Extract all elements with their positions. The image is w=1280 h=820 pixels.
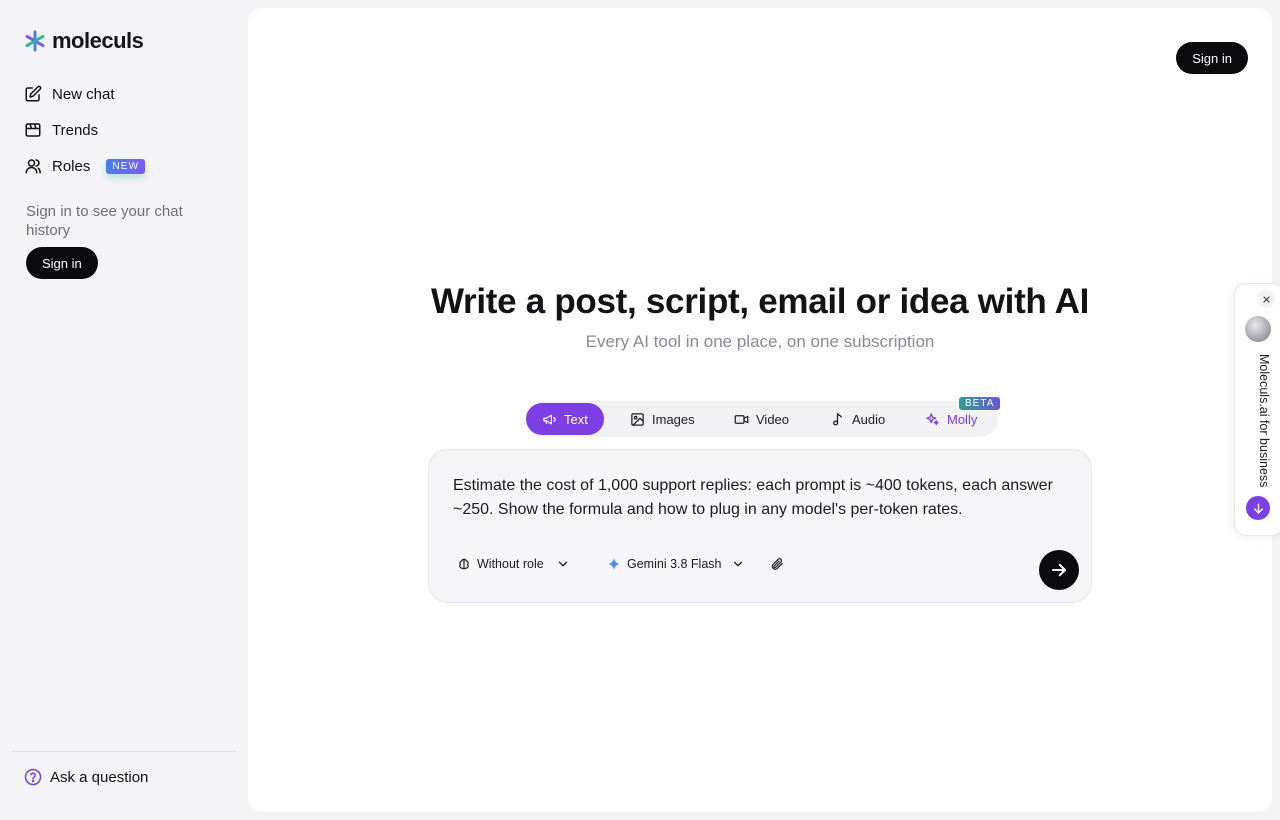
prompt-composer: Estimate the cost of 1,000 support repli…: [428, 449, 1092, 603]
hero-subtitle: Every AI tool in one place, on one subsc…: [585, 332, 935, 351]
sidebar-item-new-chat[interactable]: New chat: [24, 76, 145, 112]
beta-badge: BETA: [959, 397, 1001, 410]
megaphone-icon: [543, 414, 556, 424]
sidebar-item-label: Trends: [52, 121, 99, 139]
music-note-icon: [833, 412, 842, 425]
tab-label: Text: [564, 411, 588, 427]
sidebar-item-trends[interactable]: Trends: [24, 112, 145, 148]
header-signin-button[interactable]: Sign in: [1176, 42, 1248, 74]
video-icon: [734, 414, 749, 424]
edit-icon: [25, 85, 42, 102]
logo[interactable]: moleculs: [24, 28, 144, 54]
sparkles-icon: [926, 412, 939, 425]
new-badge: NEW: [106, 158, 146, 174]
hero-title: Write a post, script, email or idea with…: [430, 282, 1090, 321]
sidebar-signin-button[interactable]: Sign in: [26, 247, 98, 279]
send-button[interactable]: [1039, 550, 1079, 590]
chevron-down-icon: [558, 561, 567, 567]
prompt-input[interactable]: Estimate the cost of 1,000 support repli…: [453, 474, 1073, 522]
sidebar: moleculs New chat Trends Roles NEW Sign …: [0, 0, 248, 820]
widget-close-button[interactable]: [1257, 290, 1275, 308]
tab-label: Molly: [947, 411, 978, 427]
attach-button[interactable]: [770, 557, 784, 571]
image-icon: [631, 412, 644, 426]
close-icon: [1262, 295, 1270, 303]
chevron-down-icon: [734, 561, 743, 567]
role-selector[interactable]: Without role: [457, 557, 570, 571]
arrow-right-icon: [1052, 563, 1066, 577]
signin-hint: Sign in to see your chat history: [26, 203, 183, 239]
model-label: Gemini 3.8 Flash: [627, 557, 722, 571]
role-label: Without role: [477, 557, 544, 571]
business-widget[interactable]: Moleculs.ai for business: [1234, 283, 1280, 536]
tab-images[interactable]: Images: [614, 403, 711, 435]
sidebar-item-label: New chat: [52, 85, 115, 103]
mode-tabs: Text Images Video Audio Molly BETA: [526, 397, 1001, 437]
tab-audio[interactable]: Audio: [814, 403, 901, 435]
tab-label: Images: [652, 411, 695, 427]
film-icon: [25, 123, 41, 137]
arrow-down-icon: [1253, 502, 1263, 514]
gemini-sparkle-icon: [608, 558, 620, 570]
tab-text[interactable]: Text: [526, 403, 604, 435]
sidebar-item-roles[interactable]: Roles NEW: [24, 148, 146, 184]
avatar: [1245, 316, 1271, 342]
help-circle-icon: [24, 768, 42, 786]
widget-expand-button[interactable]: [1246, 496, 1270, 520]
logo-mark-icon: [25, 30, 45, 52]
tab-label: Video: [756, 411, 790, 427]
widget-label: Moleculs.ai for business: [1257, 354, 1271, 488]
sidebar-divider: [12, 751, 236, 752]
tab-label: Audio: [852, 411, 886, 427]
logo-text: moleculs: [52, 28, 144, 53]
main-panel: Sign in Write a post, script, email or i…: [248, 8, 1272, 812]
tab-video[interactable]: Video: [718, 403, 805, 435]
sidebar-nav: New chat Trends Roles NEW: [24, 76, 146, 184]
brain-icon: [459, 558, 469, 570]
ask-question-button[interactable]: Ask a question: [24, 768, 148, 786]
paperclip-icon: [771, 558, 783, 570]
ask-question-label: Ask a question: [50, 768, 149, 786]
sidebar-item-label: Roles: [52, 157, 91, 175]
user-icon: [25, 159, 41, 174]
model-selector[interactable]: Gemini 3.8 Flash: [607, 557, 745, 571]
